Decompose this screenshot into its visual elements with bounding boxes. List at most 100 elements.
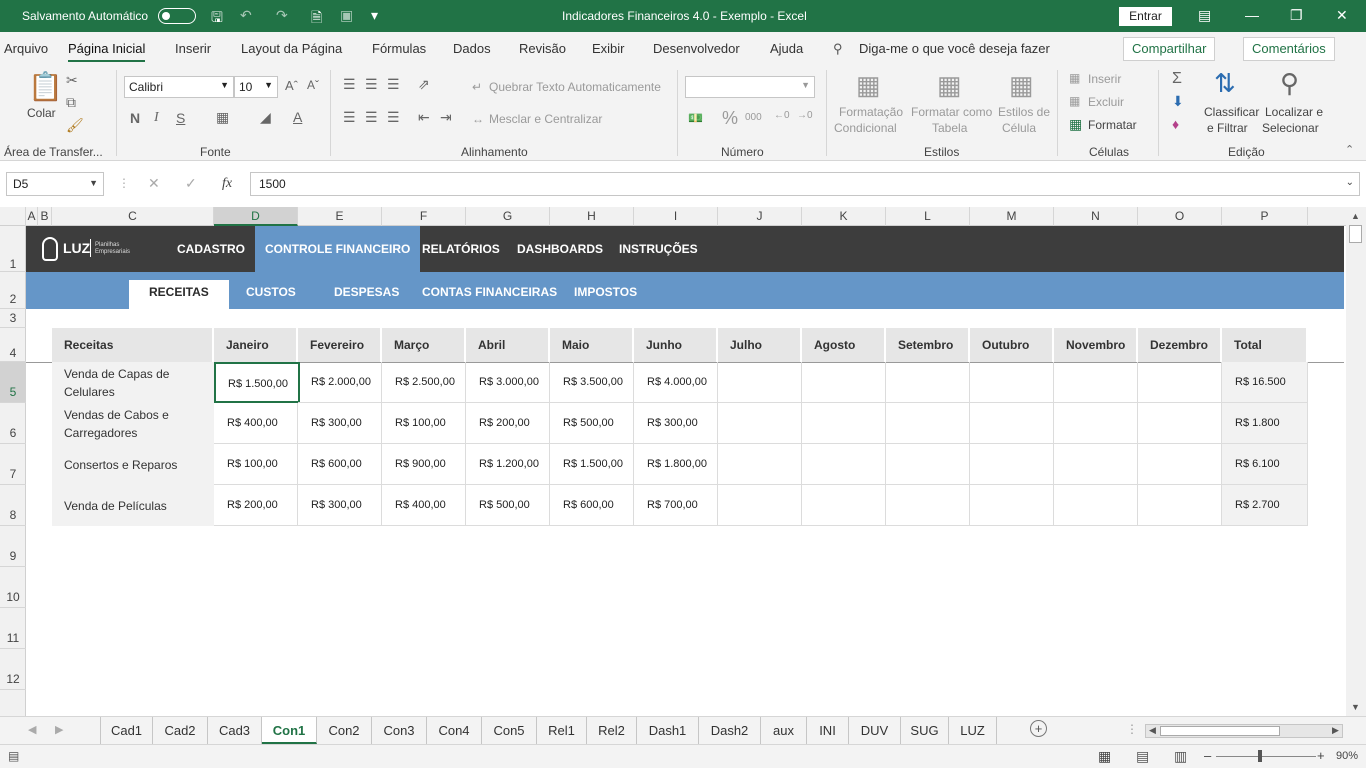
align-middle-icon[interactable]: ☰: [365, 76, 378, 93]
merge-center-button[interactable]: Mesclar e Centralizar: [489, 112, 602, 126]
row-header[interactable]: 8: [0, 485, 26, 526]
delete-cells-button[interactable]: Excluir: [1088, 95, 1124, 109]
underline-button[interactable]: S: [176, 110, 185, 126]
table-cell[interactable]: R$ 600,00: [550, 485, 634, 526]
share-button[interactable]: Compartilhar: [1123, 37, 1216, 61]
column-header[interactable]: D: [214, 207, 298, 226]
column-header[interactable]: B: [38, 207, 52, 226]
row-header[interactable]: 6: [0, 403, 26, 444]
table-cell[interactable]: R$ 200,00: [466, 403, 550, 444]
table-cell[interactable]: [886, 485, 970, 526]
sheet-tab[interactable]: Cad2: [153, 717, 208, 744]
wrap-text-button[interactable]: Quebrar Texto Automaticamente: [489, 80, 661, 94]
column-header[interactable]: F: [382, 207, 466, 226]
table-cell[interactable]: [718, 362, 802, 403]
redo-icon[interactable]: ↷: [276, 7, 288, 24]
minimize-icon[interactable]: —: [1245, 7, 1259, 23]
table-cell[interactable]: [1138, 485, 1222, 526]
table-cell[interactable]: R$ 100,00: [214, 444, 298, 485]
increase-font-icon[interactable]: Aˆ: [285, 78, 298, 93]
collapse-ribbon-icon[interactable]: ⌃: [1345, 143, 1354, 156]
decrease-font-icon[interactable]: Aˇ: [307, 78, 319, 92]
zoom-slider[interactable]: [1216, 756, 1316, 757]
table-cell[interactable]: R$ 600,00: [298, 444, 382, 485]
subnav-contas-financeiras[interactable]: CONTAS FINANCEIRAS: [422, 272, 557, 309]
table-cell[interactable]: [802, 362, 886, 403]
column-header[interactable]: L: [886, 207, 970, 226]
table-cell[interactable]: R$ 100,00: [382, 403, 466, 444]
column-header[interactable]: H: [550, 207, 634, 226]
insert-cells-button[interactable]: Inserir: [1088, 72, 1121, 86]
row-header[interactable]: 11: [0, 608, 26, 649]
close-icon[interactable]: ✕: [1336, 7, 1348, 24]
format-as-table-icon[interactable]: ▦: [937, 70, 962, 101]
column-header[interactable]: P: [1222, 207, 1308, 226]
sheet-tab[interactable]: Cad1: [101, 717, 153, 744]
merge-icon[interactable]: ↔: [472, 112, 484, 126]
sheet-tab[interactable]: Con2: [317, 717, 372, 744]
nav-cadastro[interactable]: CADASTRO: [177, 226, 245, 272]
format-as-table-label-2[interactable]: Tabela: [932, 121, 967, 135]
cell-styles-icon[interactable]: ▦: [1009, 70, 1034, 101]
row-header[interactable]: 9: [0, 526, 26, 567]
align-right-icon[interactable]: ☰: [387, 109, 400, 126]
column-header[interactable]: G: [466, 207, 550, 226]
horizontal-scrollbar[interactable]: ◀ ▶: [1145, 724, 1343, 738]
save-icon[interactable]: 🖫: [211, 7, 223, 31]
table-total-cell[interactable]: R$ 1.800: [1222, 403, 1308, 444]
new-file-icon[interactable]: 🗎: [311, 7, 322, 31]
table-cell[interactable]: [802, 485, 886, 526]
sheet-tab[interactable]: Dash1: [637, 717, 699, 744]
table-cell[interactable]: [1054, 362, 1138, 403]
sheet-tab[interactable]: Con4: [427, 717, 482, 744]
sheet-tab[interactable]: Con3: [372, 717, 427, 744]
align-bottom-icon[interactable]: ☰: [387, 76, 400, 93]
font-name-select[interactable]: Calibri ▼: [124, 76, 234, 98]
subnav-impostos[interactable]: IMPOSTOS: [574, 272, 637, 309]
column-header[interactable]: O: [1138, 207, 1222, 226]
format-painter-icon[interactable]: 🖌: [66, 117, 84, 134]
sheet-tab[interactable]: Rel2: [587, 717, 637, 744]
find-select-label-2[interactable]: Selecionar: [1262, 121, 1319, 135]
autosum-icon[interactable]: Σ: [1172, 70, 1182, 88]
table-cell[interactable]: R$ 500,00: [550, 403, 634, 444]
format-cells-button[interactable]: Formatar: [1088, 118, 1137, 132]
column-header[interactable]: J: [718, 207, 802, 226]
sheet-tab[interactable]: Cad3: [208, 717, 262, 744]
row-header[interactable]: 10: [0, 567, 26, 608]
find-select-label-1[interactable]: Localizar e: [1265, 105, 1323, 119]
format-as-table-label-1[interactable]: Formatar como: [911, 105, 992, 119]
macro-record-icon[interactable]: ▤: [8, 749, 19, 763]
nav-relatorios[interactable]: RELATÓRIOS: [422, 226, 500, 272]
borders-icon[interactable]: ▦: [216, 109, 229, 126]
table-cell[interactable]: R$ 900,00: [382, 444, 466, 485]
table-cell[interactable]: R$ 400,00: [382, 485, 466, 526]
row-header[interactable]: 12: [0, 649, 26, 690]
conditional-formatting-icon[interactable]: ▦: [856, 70, 881, 101]
cancel-icon[interactable]: ✕: [148, 175, 160, 192]
sheet-tab[interactable]: DUV: [849, 717, 901, 744]
zoom-out-icon[interactable]: –: [1204, 748, 1211, 763]
column-header[interactable]: E: [298, 207, 382, 226]
table-cell[interactable]: [886, 362, 970, 403]
sort-filter-label-2[interactable]: e Filtrar: [1207, 121, 1248, 135]
column-header[interactable]: A: [26, 207, 38, 226]
vertical-scrollbar[interactable]: ▲ ▼: [1346, 207, 1366, 716]
fill-color-icon[interactable]: ◢: [260, 109, 271, 126]
sheet-tab[interactable]: Con1: [262, 717, 317, 744]
sheet-tab[interactable]: Rel1: [537, 717, 587, 744]
table-cell[interactable]: [970, 362, 1054, 403]
sheet-tab[interactable]: Con5: [482, 717, 537, 744]
table-cell[interactable]: R$ 2.000,00: [298, 362, 382, 403]
formula-input[interactable]: 1500 ⌄: [250, 172, 1360, 196]
align-top-icon[interactable]: ☰: [343, 76, 356, 93]
nav-dashboards[interactable]: DASHBOARDS: [517, 226, 603, 272]
table-cell[interactable]: R$ 200,00: [214, 485, 298, 526]
scroll-left-icon[interactable]: ◀: [1149, 725, 1156, 736]
paste-label[interactable]: Colar: [27, 106, 56, 120]
subnav-receitas[interactable]: RECEITAS: [129, 280, 229, 309]
sheet-tab[interactable]: INI: [807, 717, 849, 744]
ribbon-display-icon[interactable]: ▤: [1198, 7, 1211, 24]
row-header[interactable]: 1: [0, 226, 26, 272]
find-select-icon[interactable]: ⚲: [1280, 68, 1299, 99]
